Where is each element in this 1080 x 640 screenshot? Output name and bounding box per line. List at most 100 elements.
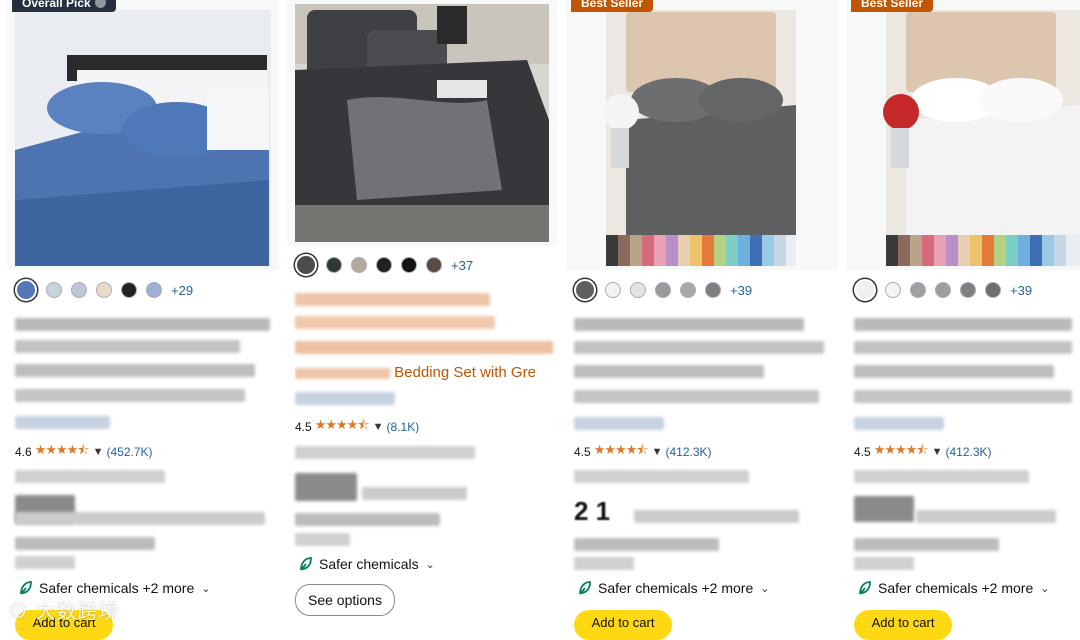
- blurred-title[interactable]: [15, 389, 245, 402]
- blurred-text: [15, 537, 155, 550]
- color-strip: [606, 235, 796, 266]
- blurred-title[interactable]: [854, 341, 1072, 354]
- price: 2 1: [574, 496, 611, 526]
- color-swatch[interactable]: [351, 257, 367, 273]
- chevron-down-icon[interactable]: ⌄: [426, 558, 435, 571]
- leaf-icon: [300, 557, 312, 571]
- star-rating-icon: ★★★★⯪: [873, 442, 929, 457]
- blurred-text: [362, 487, 467, 500]
- blurred-text: [574, 417, 664, 430]
- color-swatch[interactable]: [960, 282, 976, 298]
- blurred-title[interactable]: [295, 341, 553, 354]
- product-card[interactable]: Best Seller +39 4.5 ★★★★⯪ ▼ (412.3K) 2 1…: [566, 0, 838, 640]
- blurred-title[interactable]: [574, 341, 824, 354]
- safer-chemicals-badge[interactable]: Safer chemicals +2 more ⌄: [19, 580, 210, 596]
- more-colors-link[interactable]: +37: [451, 258, 473, 273]
- star-rating-icon: ★★★★⯪: [34, 442, 90, 457]
- color-swatches: +39: [574, 279, 752, 301]
- color-swatch[interactable]: [935, 282, 951, 298]
- product-image[interactable]: [566, 0, 838, 270]
- more-colors-link[interactable]: +39: [730, 283, 752, 298]
- blurred-text: [295, 533, 350, 546]
- color-swatch[interactable]: [46, 282, 62, 298]
- rating-row[interactable]: 4.5 ★★★★⯪ ▼ (412.3K): [574, 442, 712, 460]
- star-rating-icon: ★★★★⯪: [593, 442, 649, 457]
- blurred-title[interactable]: [15, 340, 240, 353]
- info-icon[interactable]: [94, 0, 106, 8]
- rating-row[interactable]: 4.5 ★★★★⯪ ▼ (412.3K): [854, 442, 992, 460]
- product-card[interactable]: Best Seller +39 4.5 ★★★★⯪ ▼ (412.3K) Saf…: [846, 0, 1080, 640]
- color-swatch[interactable]: [680, 282, 696, 298]
- product-image[interactable]: [287, 0, 557, 246]
- blurred-title[interactable]: [574, 390, 819, 403]
- blurred-title[interactable]: [295, 293, 490, 306]
- blurred-title[interactable]: [15, 318, 270, 331]
- chevron-down-icon[interactable]: ▼: [93, 446, 104, 458]
- review-count-link[interactable]: (412.3K): [666, 445, 712, 459]
- color-swatch[interactable]: [326, 257, 342, 273]
- star-rating-icon: ★★★★⯪: [314, 417, 370, 432]
- color-swatches: +37: [295, 254, 473, 276]
- review-count-link[interactable]: (412.3K): [946, 445, 992, 459]
- blurred-title[interactable]: [574, 365, 764, 378]
- color-swatch[interactable]: [426, 257, 442, 273]
- color-swatch[interactable]: [295, 254, 317, 276]
- product-card[interactable]: Overall Pick +29 4.6 ★★★★⯪ ▼ (452.7K) Sa…: [7, 0, 279, 640]
- color-swatch[interactable]: [401, 257, 417, 273]
- blurred-text: [916, 510, 1056, 523]
- add-to-cart-button[interactable]: Add to cart: [854, 610, 952, 640]
- color-swatch[interactable]: [574, 279, 596, 301]
- chevron-down-icon[interactable]: ⌄: [201, 582, 210, 595]
- color-swatch[interactable]: [96, 282, 112, 298]
- blurred-text: [574, 557, 634, 570]
- blurred-title[interactable]: [854, 318, 1072, 331]
- rating-row[interactable]: 4.5 ★★★★⯪ ▼ (8.1K): [295, 417, 420, 435]
- blurred-title[interactable]: [854, 365, 1054, 378]
- best-seller-badge: Best Seller: [571, 0, 654, 12]
- color-swatch[interactable]: [15, 279, 37, 301]
- product-image[interactable]: [846, 0, 1080, 270]
- chevron-down-icon[interactable]: ⌄: [760, 582, 769, 595]
- product-image[interactable]: [7, 0, 279, 270]
- color-swatch[interactable]: [885, 282, 901, 298]
- blurred-title[interactable]: [295, 316, 495, 329]
- safer-chemicals-badge[interactable]: Safer chemicals ⌄: [299, 556, 435, 572]
- safer-chemicals-badge[interactable]: Safer chemicals +2 more ⌄: [578, 580, 769, 596]
- blurred-text: [15, 416, 110, 429]
- rating-row[interactable]: 4.6 ★★★★⯪ ▼ (452.7K): [15, 442, 153, 460]
- watermark-logo-icon: ⊙: [8, 601, 29, 623]
- safer-chemicals-badge[interactable]: Safer chemicals +2 more ⌄: [858, 580, 1049, 596]
- product-title-link[interactable]: Bedding Set with Grey...: [295, 364, 535, 381]
- color-swatch[interactable]: [605, 282, 621, 298]
- color-swatch[interactable]: [71, 282, 87, 298]
- chevron-down-icon[interactable]: ⌄: [1040, 582, 1049, 595]
- color-swatch[interactable]: [146, 282, 162, 298]
- chevron-down-icon[interactable]: ▼: [652, 446, 663, 458]
- review-count-link[interactable]: (8.1K): [387, 420, 420, 434]
- chevron-down-icon[interactable]: ▼: [373, 421, 384, 433]
- add-to-cart-button[interactable]: Add to cart: [574, 610, 672, 640]
- color-swatch[interactable]: [910, 282, 926, 298]
- comforter-dark-grey-image: [295, 4, 549, 242]
- color-swatch[interactable]: [655, 282, 671, 298]
- more-colors-link[interactable]: +39: [1010, 283, 1032, 298]
- blurred-price: [295, 473, 357, 501]
- see-options-button[interactable]: See options: [295, 584, 395, 616]
- bed-sheets-grey-image: [603, 10, 796, 266]
- color-swatch[interactable]: [854, 279, 876, 301]
- blurred-title[interactable]: [15, 364, 255, 377]
- blurred-title[interactable]: [854, 390, 1072, 403]
- product-card[interactable]: +37 Bedding Set with Grey... 4.5 ★★★★⯪ ▼…: [287, 0, 557, 627]
- blurred-title[interactable]: [574, 318, 804, 331]
- more-colors-link[interactable]: +29: [171, 283, 193, 298]
- color-swatch[interactable]: [985, 282, 1001, 298]
- color-swatch[interactable]: [121, 282, 137, 298]
- blurred-text: [634, 510, 799, 523]
- blurred-text: [854, 470, 1029, 483]
- color-swatch[interactable]: [705, 282, 721, 298]
- color-swatch[interactable]: [376, 257, 392, 273]
- review-count-link[interactable]: (452.7K): [107, 445, 153, 459]
- blurred-text: [574, 470, 749, 483]
- chevron-down-icon[interactable]: ▼: [932, 446, 943, 458]
- color-swatch[interactable]: [630, 282, 646, 298]
